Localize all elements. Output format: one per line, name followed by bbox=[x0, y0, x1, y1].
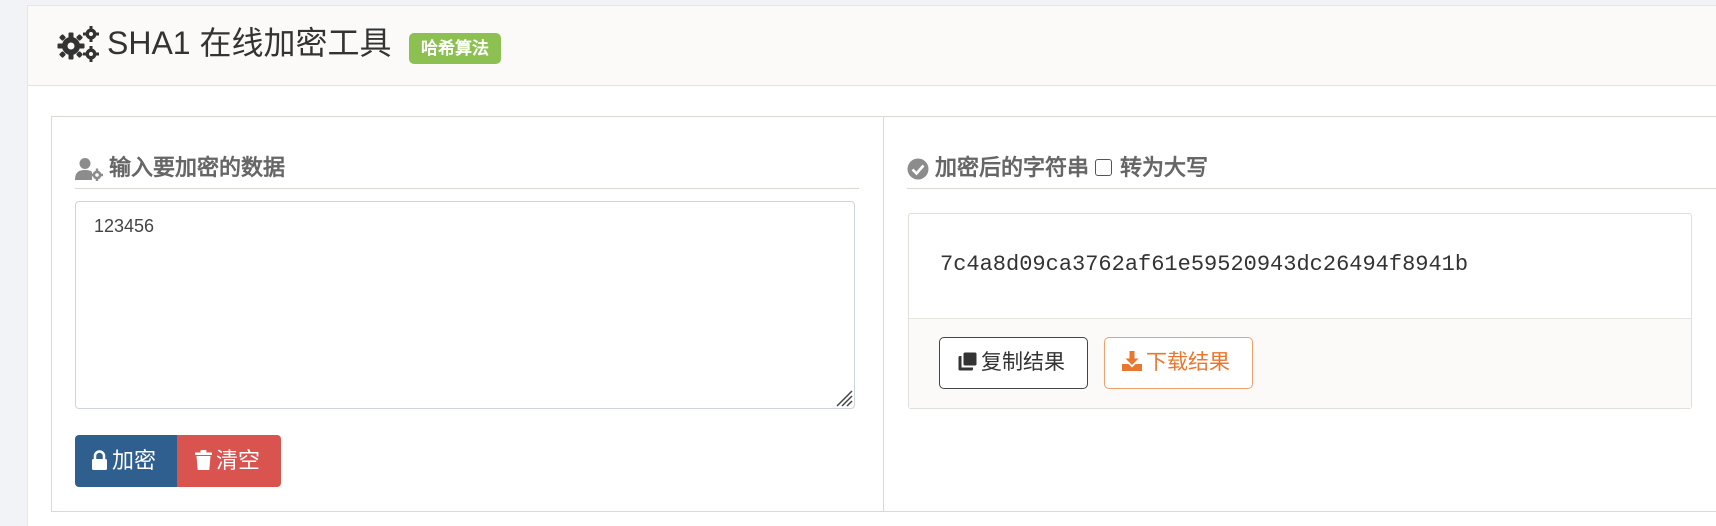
result-actions: 复制结果 下载结果 bbox=[909, 318, 1691, 408]
input-panel: 输入要加密的数据 123456 加密 清空 bbox=[51, 116, 884, 512]
result-box: 7c4a8d09ca3762af61e59520943dc26494f8941b… bbox=[908, 213, 1692, 409]
input-section-title: 输入要加密的数据 bbox=[75, 153, 285, 183]
algorithm-badge: 哈希算法 bbox=[409, 33, 501, 64]
user-gear-icon bbox=[75, 158, 103, 182]
download-icon bbox=[1122, 351, 1142, 372]
resize-handle-icon[interactable] bbox=[835, 389, 853, 407]
output-section-label: 加密后的字符串 bbox=[935, 155, 1090, 180]
output-panel: 加密后的字符串 转为大写 7c4a8d09ca3762af61e59520943d… bbox=[883, 116, 1716, 512]
clone-icon bbox=[958, 352, 977, 371]
page-header: SHA1 在线加密工具 哈希算法 bbox=[28, 6, 1716, 86]
copy-result-label: 复制结果 bbox=[981, 351, 1065, 374]
clear-button[interactable]: 清空 bbox=[177, 435, 281, 487]
encrypt-button-label: 加密 bbox=[112, 448, 157, 473]
result-hash: 7c4a8d09ca3762af61e59520943dc26494f8941b bbox=[940, 252, 1469, 277]
copy-result-button[interactable]: 复制结果 bbox=[939, 337, 1088, 389]
uppercase-label[interactable]: 转为大写 bbox=[1120, 155, 1208, 180]
gears-icon bbox=[57, 26, 99, 62]
output-section-divider bbox=[907, 188, 1716, 189]
download-result-button[interactable]: 下载结果 bbox=[1104, 337, 1253, 389]
input-section-label: 输入要加密的数据 bbox=[109, 155, 286, 180]
page-title: SHA1 在线加密工具 bbox=[107, 25, 392, 61]
check-circle-icon bbox=[907, 158, 929, 180]
output-section-title: 加密后的字符串 转为大写 bbox=[907, 153, 1208, 183]
uppercase-checkbox[interactable] bbox=[1095, 158, 1113, 176]
encrypt-button[interactable]: 加密 bbox=[75, 435, 177, 487]
input-textarea[interactable]: 123456 bbox=[75, 201, 855, 409]
lock-icon bbox=[92, 450, 107, 471]
download-result-label: 下载结果 bbox=[1146, 351, 1230, 374]
page-card: SHA1 在线加密工具 哈希算法 输入要加密的数据 123456 加密 清空 加… bbox=[27, 5, 1716, 526]
trash-icon bbox=[195, 450, 212, 471]
clear-button-label: 清空 bbox=[216, 448, 261, 473]
input-section-divider bbox=[75, 188, 859, 189]
